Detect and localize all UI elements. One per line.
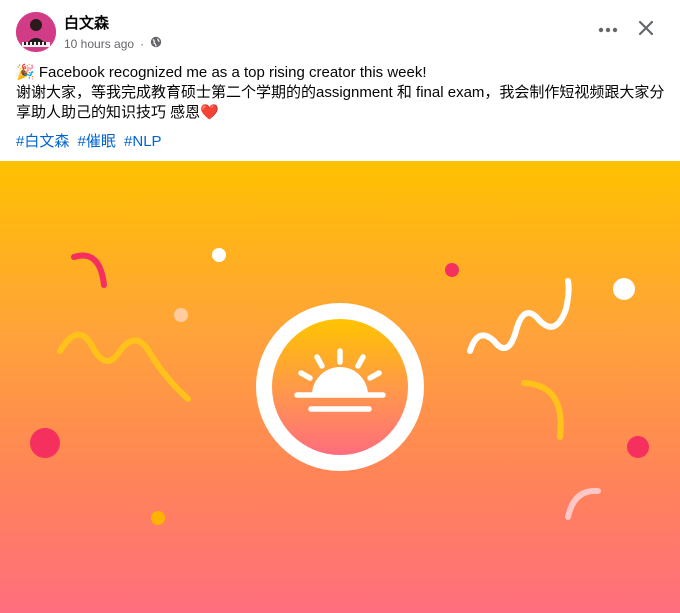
author-avatar[interactable] — [16, 12, 56, 52]
hashtag-link[interactable]: #白文森 — [16, 133, 69, 150]
confetti-white-squiggle — [467, 278, 572, 354]
confetti-red-dot — [627, 436, 649, 458]
confetti-yellow-dot — [151, 511, 165, 525]
confetti-red-arc — [71, 252, 107, 288]
rising-creator-banner[interactable] — [0, 161, 680, 613]
confetti-yellow-arc — [521, 380, 564, 440]
post-text: 🎉 Facebook recognized me as a top rising… — [16, 63, 668, 123]
post-card: 白文森 10 hours ago · 🎉 Facebook recognized… — [0, 0, 680, 613]
confetti-white-dot — [212, 248, 226, 262]
confetti-red-dot — [30, 428, 60, 458]
confetti-red-dot — [445, 263, 459, 277]
confetti-white-dot — [613, 278, 635, 300]
author-name[interactable]: 白文森 — [64, 12, 109, 33]
hashtag-link[interactable]: #催眠 — [78, 133, 116, 150]
post-header: 白文森 10 hours ago · — [0, 0, 680, 60]
meta-separator: · — [140, 36, 145, 51]
post-timestamp[interactable]: 10 hours ago — [64, 37, 134, 51]
confetti-peach-dot — [174, 308, 188, 322]
post-meta: 10 hours ago · — [64, 36, 162, 51]
more-options-icon — [598, 27, 618, 33]
post-text-line-1: 🎉 Facebook recognized me as a top rising… — [16, 64, 427, 81]
banner-illustration — [30, 248, 649, 525]
confetti-yellow-squiggle — [57, 331, 191, 402]
globe-icon[interactable] — [150, 36, 162, 51]
close-icon — [638, 20, 654, 36]
more-options-button[interactable] — [590, 16, 626, 44]
close-button[interactable] — [630, 12, 662, 44]
hashtag-link[interactable]: #NLP — [124, 133, 162, 150]
confetti-pink-arc — [565, 487, 601, 520]
hashtag-list: #白文森 #催眠 #NLP — [16, 130, 166, 151]
post-text-line-2: 谢谢大家，等我完成教育硕士第二个学期的的assignment 和 final e… — [16, 84, 665, 121]
rising-sun-icon — [256, 303, 424, 471]
